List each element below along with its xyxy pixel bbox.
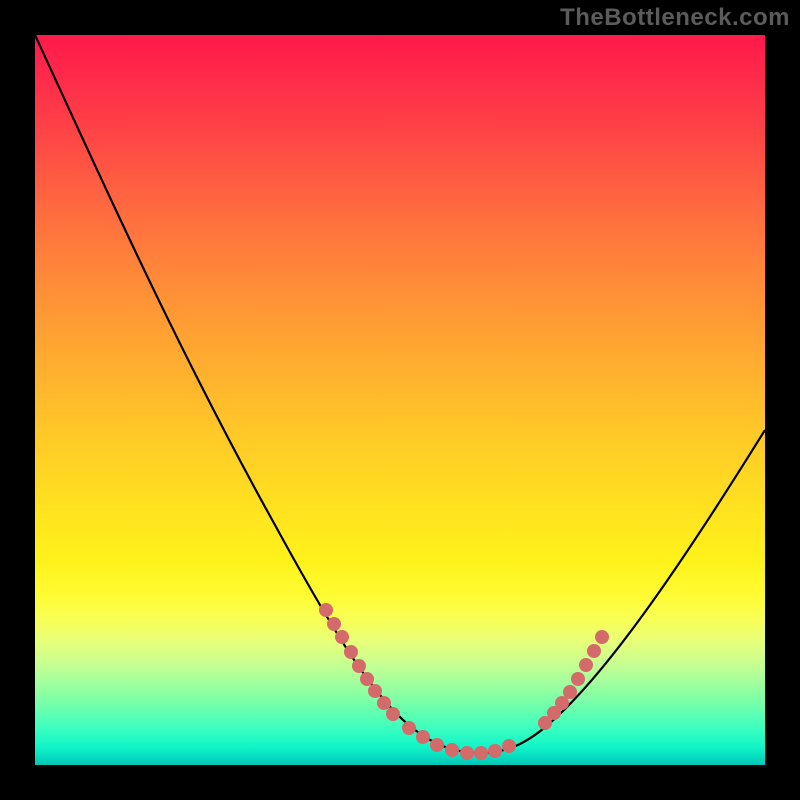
marker-dot <box>335 630 349 644</box>
curve-overlay <box>35 35 765 765</box>
marker-dot <box>445 743 459 757</box>
marker-dot <box>319 603 333 617</box>
marker-dot <box>579 658 593 672</box>
marker-dot <box>587 644 601 658</box>
marker-dot <box>571 672 585 686</box>
marker-dot <box>474 746 488 760</box>
plot-area <box>35 35 765 765</box>
marker-dot <box>402 721 416 735</box>
marker-dot <box>368 684 382 698</box>
marker-dot <box>460 746 474 760</box>
marker-dot <box>502 739 516 753</box>
watermark-text: TheBottleneck.com <box>560 4 790 32</box>
chart-container: TheBottleneck.com <box>0 0 800 800</box>
marker-dot <box>377 696 391 710</box>
marker-dot <box>430 738 444 752</box>
marker-dot <box>563 685 577 699</box>
marker-dot <box>416 730 430 744</box>
bottleneck-curve-path <box>35 35 765 753</box>
marker-dot <box>360 672 374 686</box>
marker-dot <box>352 659 366 673</box>
marker-dot <box>386 707 400 721</box>
marker-dot <box>488 744 502 758</box>
marker-dot <box>344 645 358 659</box>
marker-dot <box>327 617 341 631</box>
marker-dot <box>595 630 609 644</box>
